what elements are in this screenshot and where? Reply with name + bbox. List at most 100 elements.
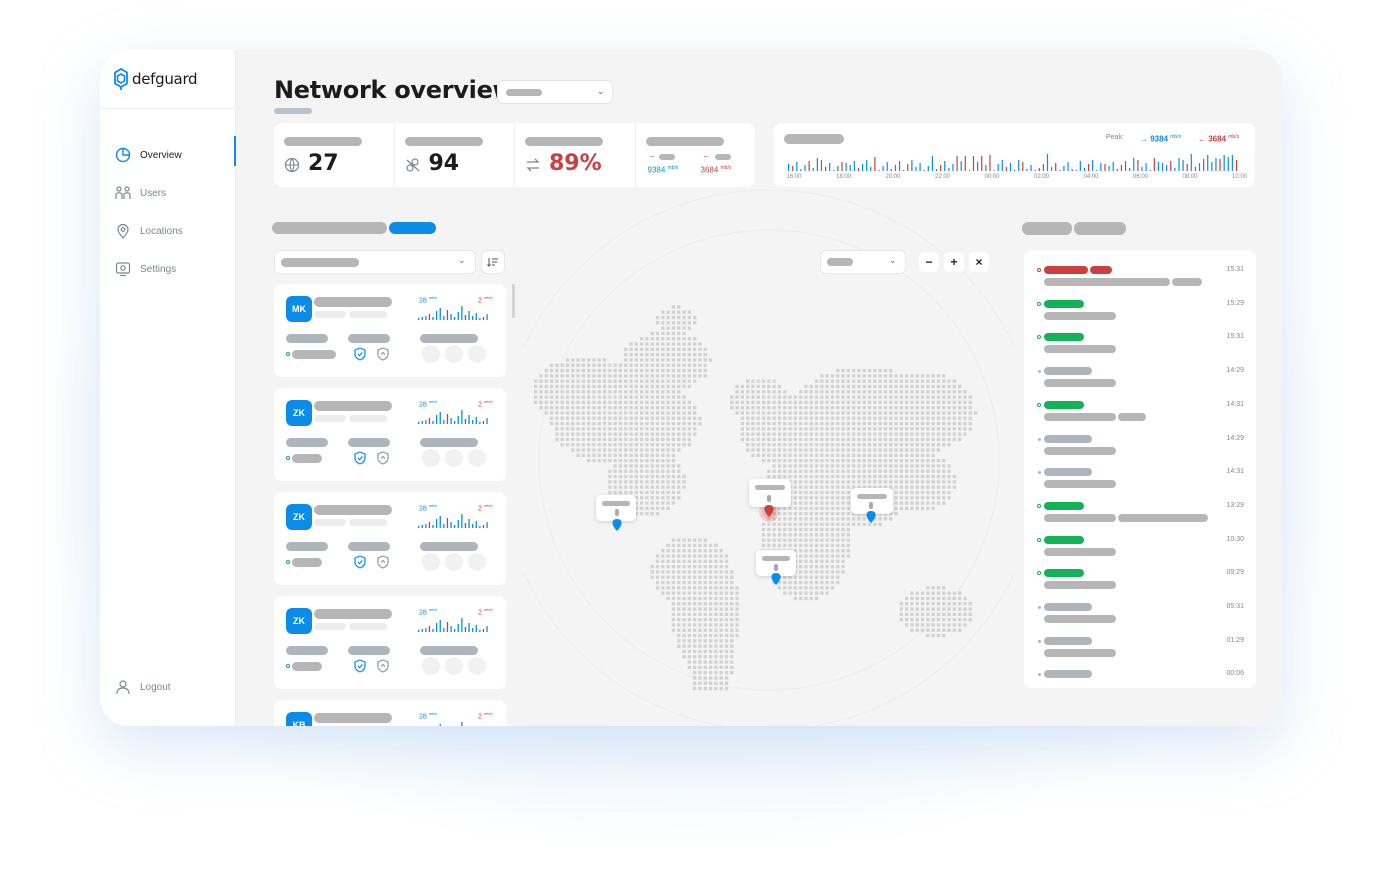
traffic-bars xyxy=(788,154,1238,171)
map-dot xyxy=(655,363,660,367)
activity-row[interactable]: 15:31 xyxy=(1024,260,1256,290)
activity-row[interactable]: 10:30 xyxy=(1024,530,1256,560)
map-pin-icon[interactable] xyxy=(612,519,622,531)
device-card[interactable]: ZK 28 mb/s 2 mb/s xyxy=(274,596,506,689)
sidebar-item-settings[interactable]: Settings xyxy=(100,250,236,288)
device-action-slot xyxy=(468,553,486,571)
map-dot xyxy=(963,400,967,404)
pin-label[interactable] xyxy=(756,550,796,576)
map-dot xyxy=(661,485,665,489)
network-select[interactable]: ⌄ xyxy=(497,80,613,104)
map-dot xyxy=(655,469,660,473)
map-layer-select[interactable]: ⌄ xyxy=(820,250,906,274)
map-dot xyxy=(661,310,665,314)
activity-row[interactable]: 14:29 xyxy=(1024,429,1256,459)
map-dot xyxy=(613,437,617,442)
tab-devices-active[interactable] xyxy=(389,222,436,234)
traffic-bar xyxy=(812,168,814,171)
map-dot xyxy=(931,490,935,495)
device-filter-select[interactable]: ⌄ xyxy=(274,250,476,274)
map-dot xyxy=(698,612,702,616)
activity-row[interactable]: 00:06 xyxy=(1024,664,1256,694)
map-dot xyxy=(666,363,670,367)
tab-activity-secondary[interactable] xyxy=(1074,222,1126,235)
logout-button[interactable]: Logout xyxy=(115,679,171,695)
activity-row[interactable]: 14:29 xyxy=(1024,361,1256,391)
map-dot xyxy=(862,448,866,452)
close-map-button[interactable]: × xyxy=(969,252,989,272)
map-dot xyxy=(846,469,850,473)
map-dot xyxy=(682,363,686,367)
activity-row[interactable]: 13:29 xyxy=(1024,496,1256,526)
sidebar-item-users[interactable]: Users xyxy=(100,174,236,212)
pin-label[interactable] xyxy=(851,488,893,514)
map-dot xyxy=(862,379,866,383)
zoom-out-button[interactable]: − xyxy=(919,252,939,272)
map-dot xyxy=(608,453,612,457)
activity-row[interactable]: 15:29 xyxy=(1024,294,1256,324)
map-dot xyxy=(682,480,686,484)
traffic-bar xyxy=(1104,164,1106,171)
map-dot xyxy=(687,427,691,431)
device-card[interactable]: ZK 28 mb/s 2 mb/s xyxy=(274,388,506,481)
pin-label[interactable] xyxy=(596,495,636,521)
map-dot xyxy=(655,384,660,389)
sidebar-item-locations[interactable]: Locations xyxy=(100,212,236,250)
map-dot xyxy=(841,384,845,389)
map-dot xyxy=(804,464,808,468)
device-list-scrollbar[interactable] xyxy=(512,284,515,318)
map-dot xyxy=(926,474,930,479)
map-dot xyxy=(724,607,729,611)
activity-time: 01:29 xyxy=(1226,636,1244,644)
map-dot xyxy=(735,612,739,616)
map-dot xyxy=(756,411,760,415)
map-dot xyxy=(841,490,845,495)
app-logo[interactable]: defguard xyxy=(114,68,198,90)
sidebar-item-overview[interactable]: Overview xyxy=(100,136,236,174)
map-dot xyxy=(650,384,654,389)
map-dot xyxy=(846,459,850,463)
map-dot xyxy=(650,400,654,404)
device-card[interactable]: ZK 28 mb/s 2 mb/s xyxy=(274,492,506,585)
sidebar-item-label: Locations xyxy=(140,225,183,237)
sort-button[interactable] xyxy=(481,250,505,274)
tab-devices[interactable] xyxy=(272,222,387,234)
map-dot xyxy=(661,374,665,378)
map-pin-icon[interactable] xyxy=(866,511,876,523)
map-dot xyxy=(936,432,941,436)
map-dot xyxy=(565,406,570,410)
tab-activity[interactable] xyxy=(1022,222,1072,235)
map-dot xyxy=(602,443,607,447)
activity-row[interactable]: 14:31 xyxy=(1024,395,1256,425)
activity-row[interactable]: 09:29 xyxy=(1024,563,1256,593)
map-dot xyxy=(698,549,702,553)
device-card[interactable]: MK 28 mb/s 2 mb/s xyxy=(274,284,506,377)
map-dot xyxy=(852,464,856,468)
map-dot xyxy=(608,459,612,463)
map-dot xyxy=(608,427,612,431)
map-dot xyxy=(698,538,702,542)
pin-label[interactable] xyxy=(749,479,791,507)
activity-row[interactable]: 15:31 xyxy=(1024,327,1256,357)
map-dot xyxy=(836,421,840,426)
device-card[interactable]: KB 28 mb/s 2 mb/s xyxy=(274,700,506,726)
map-dot xyxy=(671,559,676,563)
zoom-in-button[interactable]: + xyxy=(944,252,964,272)
stat-users: 27 xyxy=(274,123,395,187)
map-dot xyxy=(597,416,601,420)
map-dot xyxy=(693,358,697,362)
activity-row[interactable]: 01:29 xyxy=(1024,631,1256,661)
traffic-bar xyxy=(1112,162,1114,171)
map-dot xyxy=(910,427,914,431)
world-map[interactable] xyxy=(498,189,1040,726)
map-dot xyxy=(703,570,707,574)
map-dot xyxy=(947,496,951,500)
map-dot xyxy=(820,374,824,378)
map-dot xyxy=(724,628,729,632)
map-dot xyxy=(920,469,925,473)
pin-label-text xyxy=(762,556,790,561)
map-dot xyxy=(565,427,570,431)
activity-row[interactable]: 14:31 xyxy=(1024,462,1256,492)
activity-row[interactable]: 05:31 xyxy=(1024,597,1256,627)
map-dot xyxy=(650,575,654,579)
